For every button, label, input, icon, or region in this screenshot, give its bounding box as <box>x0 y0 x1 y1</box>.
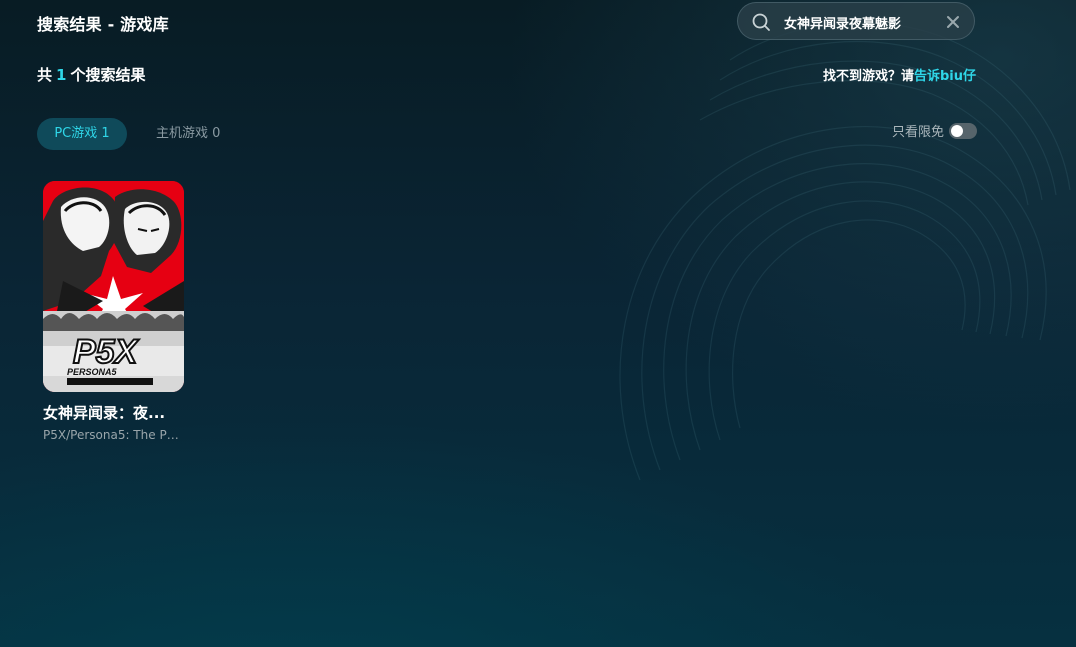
result-count-number: 1 <box>56 66 67 84</box>
search-bar[interactable] <box>737 2 975 40</box>
tab-console-games[interactable]: 主机游戏 0 <box>140 118 236 150</box>
result-count: 共 1 个搜索结果 <box>37 64 145 85</box>
persona5-caption: PERSONA5 <box>67 367 118 377</box>
free-only-label: 只看限免 <box>891 125 944 140</box>
not-found-help: 找不到游戏？请告诉biu仔 <box>823 65 976 84</box>
game-cover-image[interactable]: P5X PERSONA5 <box>43 181 184 392</box>
search-icon[interactable] <box>751 12 771 32</box>
game-subtitle: P5X/Persona5: The Ph... <box>43 428 179 442</box>
p5x-logo-text: P5X <box>73 333 140 371</box>
free-only-toggle[interactable] <box>949 122 977 139</box>
not-found-text: 找不到游戏？请 <box>822 69 914 84</box>
game-title[interactable]: 女神异闻录：夜... <box>43 402 173 423</box>
search-input[interactable] <box>784 11 934 33</box>
tell-biu-link[interactable]: 告诉biu仔 <box>914 69 976 84</box>
game-card[interactable]: P5X PERSONA5 女神异闻录：夜... P5X/Persona5: Th… <box>43 181 184 442</box>
result-count-suffix: 个搜索结果 <box>70 66 146 84</box>
free-only-filter: 只看限免 <box>892 121 977 140</box>
result-count-prefix: 共 <box>37 66 53 84</box>
close-icon[interactable] <box>945 14 961 30</box>
toggle-knob <box>951 124 963 137</box>
persona5x-cover-art: P5X PERSONA5 <box>43 181 184 392</box>
background-contour-lines <box>619 21 1071 481</box>
tab-pc-games[interactable]: PC游戏 1 <box>37 118 127 150</box>
page-title: 搜索结果 - 游戏库 <box>37 15 169 34</box>
